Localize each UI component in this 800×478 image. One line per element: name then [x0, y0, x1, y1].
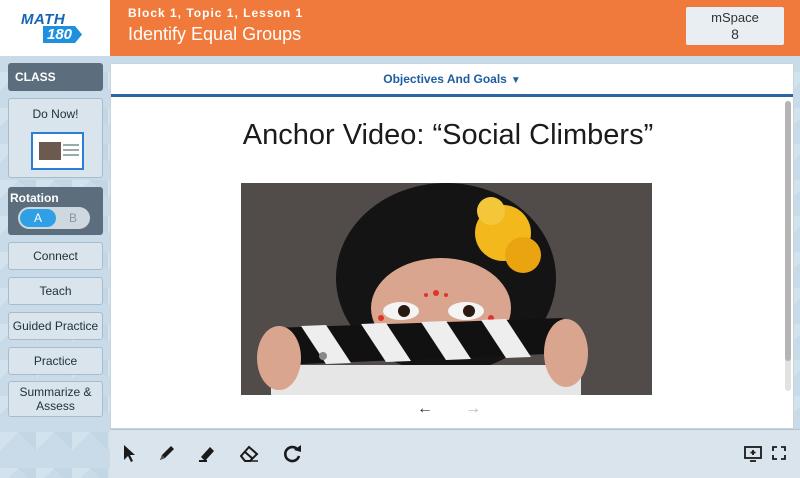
thumbnail-image	[39, 142, 61, 160]
sidebar-item-teach[interactable]: Teach	[8, 277, 103, 305]
do-now-label: Do Now!	[32, 107, 79, 121]
mspace-button[interactable]: mSpace 8	[686, 7, 784, 45]
do-now-card[interactable]: Do Now!	[8, 98, 103, 178]
highlighter-icon[interactable]	[196, 442, 218, 464]
sidebar-item-summarize-assess[interactable]: Summarize & Assess	[8, 381, 103, 417]
video-still-image	[241, 183, 652, 395]
logo-text-top: MATH	[21, 11, 66, 28]
slide-panel: Objectives And Goals ▼ Anchor Video: “Soc…	[110, 63, 794, 429]
add-screen-icon[interactable]	[742, 442, 764, 464]
math180-logo: MATH 180	[0, 0, 110, 56]
thumbnail-text-line	[63, 149, 79, 151]
mspace-label: mSpace	[711, 10, 759, 25]
sidebar: CLASS Do Now! Rotation A B Connect Teach…	[0, 56, 110, 428]
scrollbar-thumb[interactable]	[785, 101, 791, 361]
next-arrow-icon[interactable]: →	[465, 400, 481, 418]
rotation-option-b[interactable]: B	[58, 209, 88, 227]
eraser-icon[interactable]	[238, 442, 260, 464]
class-button[interactable]: CLASS	[8, 63, 103, 91]
objectives-label: Objectives And Goals	[383, 72, 507, 86]
previous-arrow-icon[interactable]: ←	[417, 400, 433, 418]
sidebar-item-guided-practice[interactable]: Guided Practice	[8, 312, 103, 340]
thumbnail-text-line	[63, 144, 79, 146]
rotation-option-a[interactable]: A	[20, 209, 56, 227]
sidebar-item-connect[interactable]: Connect	[8, 242, 103, 270]
rotation-panel: Rotation A B	[8, 187, 103, 235]
pen-icon[interactable]	[156, 442, 178, 464]
redo-icon[interactable]	[282, 442, 304, 464]
rotation-toggle[interactable]: A B	[18, 207, 90, 229]
logo-text-bottom: 180	[43, 26, 83, 43]
cursor-icon[interactable]	[118, 442, 140, 464]
fullscreen-icon[interactable]	[768, 442, 790, 464]
chevron-down-icon: ▼	[510, 75, 521, 86]
thumbnail-text-line	[63, 154, 79, 156]
lesson-title: Identify Equal Groups	[128, 24, 302, 44]
objectives-dropdown[interactable]: Objectives And Goals ▼	[111, 64, 793, 97]
scrollbar[interactable]	[785, 101, 791, 391]
drawing-toolbar	[110, 429, 800, 478]
anchor-video-thumbnail[interactable]	[241, 183, 652, 395]
slide-title: Anchor Video: “Social Climbers”	[242, 119, 654, 151]
breadcrumb: Block 1, Topic 1, Lesson 1	[128, 6, 304, 20]
mspace-count: 8	[731, 26, 739, 42]
lesson-header: Block 1, Topic 1, Lesson 1 Identify Equa…	[110, 0, 800, 56]
sidebar-item-practice[interactable]: Practice	[8, 347, 103, 375]
do-now-thumbnail[interactable]	[31, 132, 84, 170]
rotation-label: Rotation	[10, 191, 59, 205]
